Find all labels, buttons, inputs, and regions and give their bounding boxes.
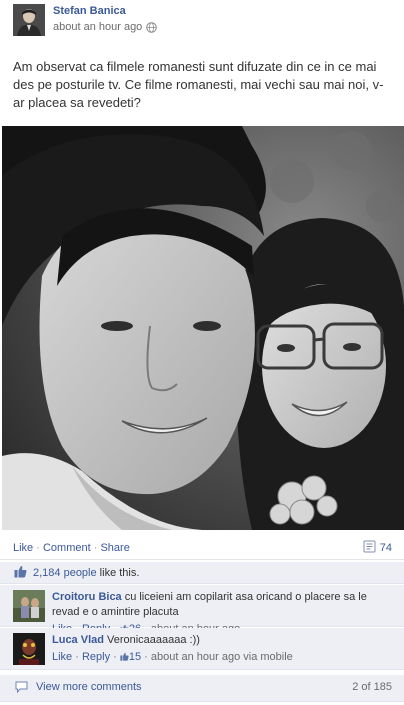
comment-bubble-icon (15, 681, 28, 694)
commenter-avatar[interactable] (13, 590, 45, 622)
post-text: Am observat ca filmele romanesti sunt di… (13, 59, 384, 110)
comment-item: Luca Vlad Veronicaaaaaaa :)) Like · Reply… (0, 628, 404, 670)
comment-likes[interactable]: 15 (120, 651, 141, 663)
comment-like-link[interactable]: Like (52, 651, 72, 663)
share-icon (363, 540, 376, 556)
globe-icon[interactable] (146, 21, 158, 33)
likes-count-link[interactable]: 2,184 people (33, 567, 97, 579)
commenter-avatar[interactable] (13, 633, 45, 665)
post-photo[interactable] (2, 126, 404, 530)
share-count[interactable]: 74 (363, 540, 392, 556)
likes-suffix: like this. (96, 567, 140, 579)
likes-text: 2,184 people like this. (33, 567, 139, 579)
view-more-comments-link[interactable]: View more comments (36, 681, 142, 693)
feedback-area: Like · Comment · Share 74 2,184 people l… (0, 530, 404, 705)
view-more-row: View more comments 2 of 185 (0, 675, 404, 702)
commenter-name[interactable]: Croitoru Bica (52, 591, 122, 603)
author-avatar[interactable] (13, 4, 45, 36)
thumbs-up-icon (14, 565, 27, 578)
like-link[interactable]: Like (13, 542, 33, 554)
actions-bar: Like · Comment · Share 74 (0, 530, 404, 560)
comment-item: Croitoru Bica cu liceieni am copilarit as… (0, 585, 404, 635)
comment-likes-count: 15 (128, 651, 142, 663)
comment-time[interactable]: about an hour ago (151, 651, 240, 663)
comments-count: 2 of 185 (352, 681, 392, 693)
action-links: Like · Comment · Share (13, 542, 130, 554)
post-header: Stefan Banica about an hour ago (0, 0, 404, 42)
comment-reply-link[interactable]: Reply (82, 651, 110, 663)
post-timestamp: about an hour ago (53, 21, 158, 33)
share-count-value: 74 (379, 542, 392, 554)
author-name[interactable]: Stefan Banica (53, 5, 126, 17)
comment-text: Veronicaaaaaaa :)) (106, 634, 200, 646)
comment-body: Luca Vlad Veronicaaaaaaa :)) Like · Reply… (52, 633, 392, 665)
share-link[interactable]: Share (100, 542, 129, 554)
comment-link[interactable]: Comment (43, 542, 91, 554)
comment-via: via mobile (240, 651, 293, 663)
separator-dot: · (36, 542, 43, 554)
comment-meta: Like · Reply · 15 · about an hour ago vi… (52, 651, 293, 663)
post-time-text[interactable]: about an hour ago (53, 21, 142, 33)
likes-summary: 2,184 people like this. (0, 562, 404, 584)
commenter-name[interactable]: Luca Vlad (52, 634, 104, 646)
thumbs-up-icon (120, 651, 129, 661)
